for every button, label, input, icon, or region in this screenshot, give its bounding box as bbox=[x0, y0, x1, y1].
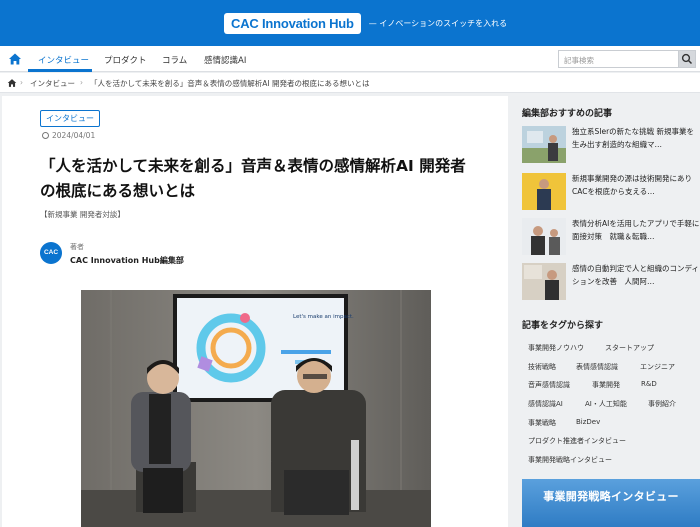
site-logo[interactable]: CAC Innovation Hub — イノベーションのスイッチを入れる bbox=[224, 12, 507, 34]
search-input[interactable]: 記事検索 bbox=[558, 50, 678, 68]
tag-link[interactable]: BizDev bbox=[576, 418, 600, 426]
tag-link[interactable]: エンジニア bbox=[640, 362, 675, 372]
recommended-heading: 編集部おすすめの記事 bbox=[522, 109, 613, 119]
article-title: 「人を活かして未来を創る」音声＆表情の感情解析AI 開発者の根底にある想いとは bbox=[40, 157, 466, 200]
tags-heading: 記事をタグから探す bbox=[522, 321, 604, 331]
nav-item-product[interactable]: プロダクト bbox=[104, 54, 147, 66]
tag-link[interactable]: R&D bbox=[641, 380, 657, 388]
recommended-item[interactable]: 感情の自動判定で人と組織のコンディションを改善 人間阿… bbox=[522, 263, 700, 301]
recommended-item[interactable]: 独立系SIerの新たな挑戦 新規事業を生み出す創造的な組織マ… bbox=[522, 126, 700, 164]
hero-image: Let's make an impact. bbox=[81, 290, 431, 527]
tag-link[interactable]: 事業開発ノウハウ bbox=[528, 343, 584, 353]
recommended-title[interactable]: 表情分析AIを活用したアプリで手軽に面接対策 就職＆転職… bbox=[572, 218, 700, 255]
recommended-item[interactable]: 新規事業開発の源は技術開発にあり CACを根底から支える… bbox=[522, 173, 700, 211]
author-name[interactable]: CAC Innovation Hub編集部 bbox=[70, 255, 184, 266]
article: インタビュー 2024/04/01 「人を活かして未来を創る」音声＆表情の感情解… bbox=[2, 96, 508, 527]
nav-active-indicator bbox=[28, 69, 92, 72]
tag-link[interactable]: AI・人工知能 bbox=[585, 399, 627, 409]
recommended-item[interactable]: 表情分析AIを活用したアプリで手軽に面接対策 就職＆転職… bbox=[522, 218, 700, 256]
breadcrumb-current: 「人を活かして未来を創る」音声＆表情の感情解析AI 開発者の根底にある想いとは bbox=[90, 79, 370, 88]
home-icon[interactable] bbox=[7, 78, 17, 88]
avatar[interactable]: CAC bbox=[40, 242, 62, 264]
nav-item-emotion-ai[interactable]: 感情認識AI bbox=[204, 54, 246, 66]
recommended-title[interactable]: 感情の自動判定で人と組織のコンディションを改善 人間阿… bbox=[572, 263, 700, 300]
home-icon[interactable] bbox=[8, 52, 22, 66]
thumbnail-image bbox=[522, 173, 566, 210]
sidebar: 編集部おすすめの記事 独立系SIerの新たな挑戦 新規事業を生み出す創造的な組織… bbox=[514, 96, 700, 527]
tag-link[interactable]: 事業開発戦略インタビュー bbox=[528, 455, 612, 465]
tag-link[interactable]: 事業開発 bbox=[592, 380, 620, 390]
publish-date: 2024/04/01 bbox=[42, 131, 95, 140]
thumbnail-image bbox=[522, 126, 566, 163]
date-text: 2024/04/01 bbox=[52, 131, 96, 140]
category-badge[interactable]: インタビュー bbox=[40, 110, 100, 127]
author-label: 著者 bbox=[70, 243, 84, 251]
logo-text: CAC Innovation Hub bbox=[224, 12, 361, 34]
interview-banner[interactable]: 事業開発戦略インタビュー bbox=[522, 479, 700, 527]
breadcrumb: › インタビュー › 「人を活かして未来を創る」音声＆表情の感情解析AI 開発者… bbox=[0, 73, 700, 93]
main-nav: インタビュー プロダクト コラム 感情認識AI 記事検索 bbox=[0, 46, 700, 72]
breadcrumb-separator-icon: › bbox=[20, 78, 23, 87]
thumbnail-image bbox=[522, 218, 566, 255]
clock-icon bbox=[42, 132, 49, 139]
tag-link[interactable]: スタートアップ bbox=[605, 343, 654, 353]
breadcrumb-item-interview[interactable]: インタビュー bbox=[30, 78, 75, 89]
breadcrumb-separator-icon: › bbox=[80, 78, 83, 87]
tag-link[interactable]: 感情認識AI bbox=[528, 399, 563, 409]
site-tagline: — イノベーションのスイッチを入れる bbox=[368, 18, 508, 28]
tag-link[interactable]: 事例紹介 bbox=[648, 399, 676, 409]
nav-item-interview[interactable]: インタビュー bbox=[38, 54, 89, 66]
nav-item-column[interactable]: コラム bbox=[162, 54, 187, 66]
recommended-title[interactable]: 新規事業開発の源は技術開発にあり CACを根底から支える… bbox=[572, 173, 700, 210]
screen-slogan: Let's make an impact. bbox=[293, 314, 354, 320]
banner-label: 事業開発戦略インタビュー bbox=[543, 490, 679, 503]
site-header: CAC Innovation Hub — イノベーションのスイッチを入れる bbox=[0, 0, 700, 46]
article-tags: 【新規事業 開発者対談】 bbox=[40, 210, 125, 219]
tag-link[interactable]: 表情感情認識 bbox=[576, 362, 618, 372]
search-button[interactable] bbox=[678, 50, 696, 68]
tag-link[interactable]: 事業戦略 bbox=[528, 418, 556, 428]
tag-link[interactable]: プロダクト推進者インタビュー bbox=[528, 436, 626, 446]
thumbnail-image bbox=[522, 263, 566, 300]
tag-link[interactable]: 音声感情認識 bbox=[528, 380, 570, 390]
recommended-title[interactable]: 独立系SIerの新たな挑戦 新規事業を生み出す創造的な組織マ… bbox=[572, 126, 700, 163]
search-icon bbox=[681, 53, 693, 65]
tag-link[interactable]: 技術戦略 bbox=[528, 362, 556, 372]
